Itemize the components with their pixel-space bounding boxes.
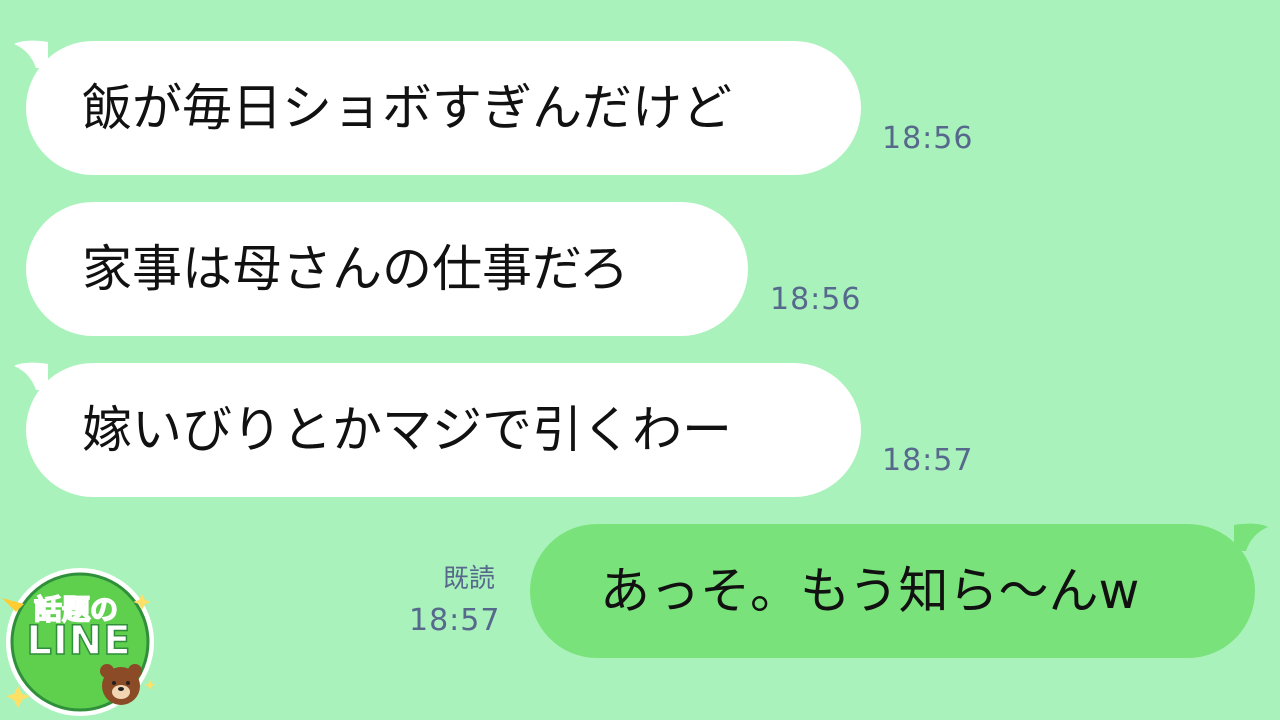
bear-face-icon: [100, 664, 142, 705]
message-text: あっそ。もう知ら〜んw: [600, 562, 1140, 620]
message-bubble-incoming-3[interactable]: 嫁いびりとかマジで引くわー: [26, 363, 861, 497]
message-timestamp: 18:57: [409, 603, 501, 638]
read-receipt: 既読: [443, 564, 496, 594]
message-bubble-outgoing[interactable]: あっそ。もう知ら〜んw: [530, 524, 1255, 658]
message-timestamp: 18:56: [770, 282, 862, 317]
chat-area: 飯が毎日ショボすぎんだけど 18:56 家事は母さんの仕事だろ 18:56 嫁い…: [0, 0, 1280, 720]
logo-line-text: LINE: [26, 617, 132, 665]
message-text: 嫁いびりとかマジで引くわー: [82, 401, 732, 459]
message-text: 家事は母さんの仕事だろ: [82, 240, 629, 298]
outgoing-bubble-tail: [1234, 523, 1268, 551]
message-timestamp: 18:56: [882, 121, 974, 156]
message-bubble-incoming-1[interactable]: 飯が毎日ショボすぎんだけど: [26, 41, 861, 175]
message-text: 飯が毎日ショボすぎんだけど: [82, 79, 732, 137]
message-timestamp: 18:57: [882, 443, 974, 478]
message-bubble-incoming-2[interactable]: 家事は母さんの仕事だろ: [26, 202, 748, 336]
